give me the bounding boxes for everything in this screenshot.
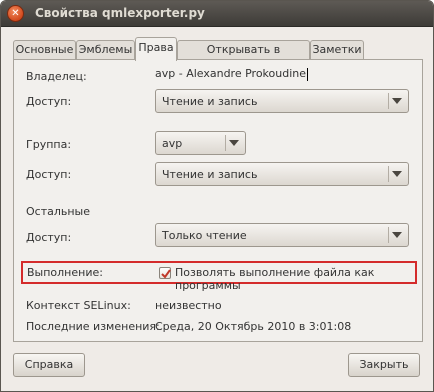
owner-label: Владелец: xyxy=(26,70,87,83)
tab-permissions[interactable]: Права xyxy=(135,37,177,61)
selinux-value: неизвестно xyxy=(155,299,222,312)
owner-value-text: avp - Alexandre Prokoudine xyxy=(155,67,307,80)
execute-checkbox[interactable] xyxy=(159,267,171,279)
close-button[interactable]: Закрыть xyxy=(348,353,420,377)
checkmark-icon xyxy=(161,269,171,279)
group-dropdown[interactable]: avp xyxy=(155,131,246,155)
group-value: avp xyxy=(162,137,183,150)
execute-highlight-box: Выполнение: Позволять выполнение файла к… xyxy=(21,261,417,292)
others-label: Остальные xyxy=(26,205,91,218)
owner-access-label: Доступ: xyxy=(26,95,72,108)
others-access-dropdown[interactable]: Только чтение xyxy=(155,223,409,247)
window-title: Свойства qmlexporter.py xyxy=(35,6,205,20)
owner-value: avp - Alexandre Prokoudine xyxy=(155,67,309,81)
tab-notes[interactable]: Заметки xyxy=(310,40,364,60)
text-caret xyxy=(307,67,309,81)
permissions-panel: Владелец: avp - Alexandre Prokoudine Дос… xyxy=(13,59,423,342)
tab-open-with[interactable]: Открывать в программе xyxy=(177,40,310,74)
group-label: Группа: xyxy=(26,138,72,151)
help-button[interactable]: Справка xyxy=(13,353,85,377)
tab-emblems[interactable]: Эмблемы xyxy=(76,40,135,60)
group-access-dropdown[interactable]: Чтение и запись xyxy=(155,162,409,186)
group-access-value: Чтение и запись xyxy=(162,168,258,181)
modified-label: Последние изменения: xyxy=(26,320,160,333)
others-access-value: Только чтение xyxy=(162,229,247,242)
dropdown-arrow-icon xyxy=(388,93,404,109)
modified-value: Среда, 20 Октябрь 2010 в 3:01:08 xyxy=(155,320,352,333)
close-window-button[interactable]: ✕ xyxy=(7,5,24,22)
dropdown-arrow-icon xyxy=(225,135,241,151)
execute-checkbox-label[interactable]: Позволять выполнение файла как программы xyxy=(175,266,415,292)
owner-access-value: Чтение и запись xyxy=(162,95,258,108)
dropdown-arrow-icon xyxy=(388,227,404,243)
owner-access-dropdown[interactable]: Чтение и запись xyxy=(155,89,409,113)
group-access-label: Доступ: xyxy=(26,168,72,181)
others-access-label: Доступ: xyxy=(26,231,72,244)
title-bar: ✕ Свойства qmlexporter.py xyxy=(1,1,433,27)
dropdown-arrow-icon xyxy=(388,166,404,182)
properties-window: ✕ Свойства qmlexporter.py Основные Эмбле… xyxy=(0,0,434,392)
execute-label: Выполнение: xyxy=(27,266,103,279)
selinux-label: Контекст SELinux: xyxy=(26,299,131,312)
tab-basic[interactable]: Основные xyxy=(13,40,76,60)
